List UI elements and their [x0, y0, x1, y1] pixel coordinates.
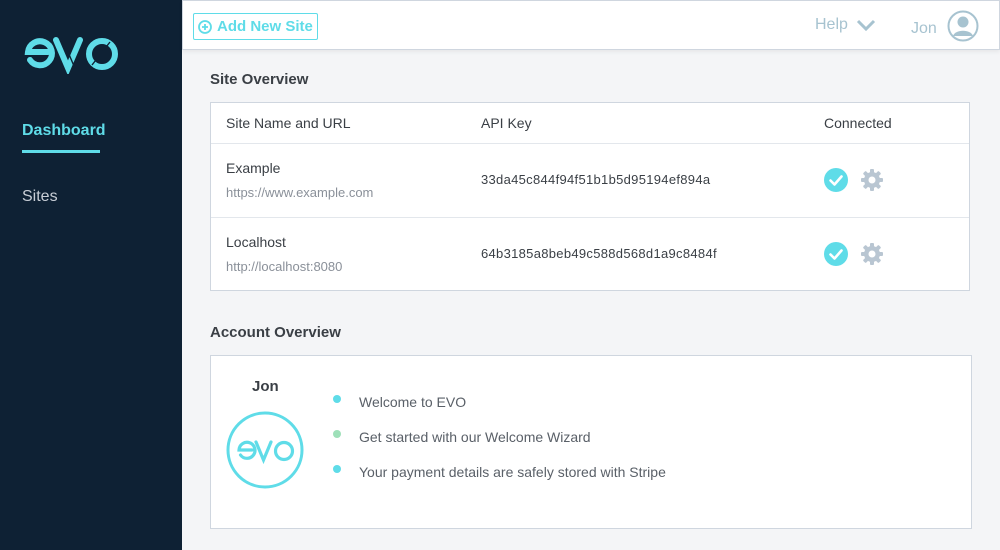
account-name: Jon: [252, 378, 279, 395]
account-overview-title: Account Overview: [210, 324, 341, 341]
user-name: Jon: [911, 20, 937, 37]
sidebar-item-sites[interactable]: Sites: [22, 188, 58, 206]
list-item: Get started with our Welcome Wizard: [333, 429, 666, 464]
evo-logo-badge: [226, 411, 304, 489]
site-name: Example: [226, 160, 281, 176]
list-item: Welcome to EVO: [333, 394, 666, 429]
plus-circle-icon: [198, 19, 212, 34]
table-row: Example https://www.example.com 33da45c8…: [211, 143, 969, 217]
evo-logo[interactable]: [22, 30, 122, 74]
account-overview-card: Jon Welcome to EVO Get started with our …: [210, 355, 972, 529]
help-label: Help: [815, 16, 848, 33]
site-name: Localhost: [226, 234, 286, 250]
gear-icon[interactable]: [860, 168, 884, 192]
check-circle-icon: [824, 242, 848, 266]
api-key: 64b3185a8beb49c588d568d1a9c8484f: [481, 246, 717, 261]
add-new-site-button[interactable]: Add New Site: [193, 13, 318, 40]
check-circle-icon: [824, 168, 848, 192]
gear-icon[interactable]: [860, 242, 884, 266]
help-menu[interactable]: Help: [815, 16, 876, 34]
column-header-api-key: API Key: [481, 115, 532, 131]
chevron-down-icon: [856, 19, 875, 31]
add-new-site-label: Add New Site: [217, 18, 313, 35]
site-url: https://www.example.com: [226, 185, 374, 200]
site-url: http://localhost:8080: [226, 259, 343, 274]
list-item: Your payment details are safely stored w…: [333, 464, 666, 499]
account-messages: Welcome to EVO Get started with our Welc…: [333, 394, 666, 499]
api-key: 33da45c844f94f51b1b5d95194ef894a: [481, 172, 711, 187]
column-header-connected: Connected: [824, 115, 892, 131]
top-bar: Add New Site Help Jon: [182, 0, 1000, 50]
site-overview-table: Site Name and URL API Key Connected Exam…: [210, 102, 970, 291]
sidebar-item-dashboard[interactable]: Dashboard: [22, 122, 106, 153]
user-menu[interactable]: Jon: [911, 10, 979, 42]
site-overview-title: Site Overview: [210, 71, 309, 88]
avatar-icon: [947, 10, 979, 42]
table-row: Localhost http://localhost:8080 64b3185a…: [211, 217, 969, 291]
sidebar: Dashboard Sites: [0, 0, 182, 550]
column-header-site: Site Name and URL: [226, 115, 351, 131]
